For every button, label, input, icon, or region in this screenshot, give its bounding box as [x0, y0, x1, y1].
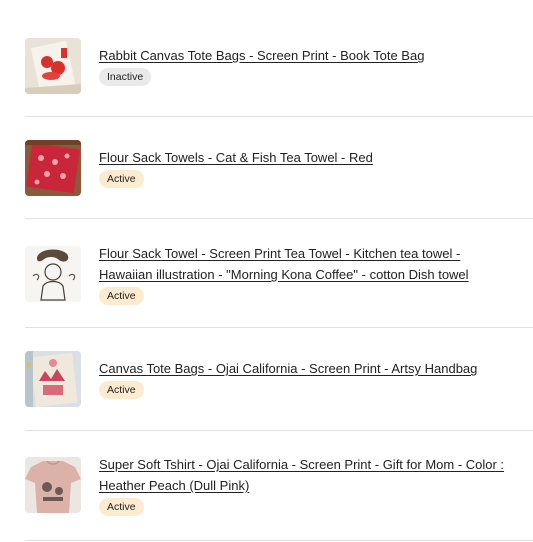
- status-badge: Active: [99, 170, 144, 188]
- kona-coffee-towel-thumbnail[interactable]: [25, 246, 81, 302]
- status-badge: Inactive: [99, 68, 152, 86]
- peach-tshirt-thumbnail[interactable]: [25, 457, 81, 513]
- ojai-tote-thumbnail[interactable]: [25, 351, 81, 407]
- listing-title-link[interactable]: Super Soft Tshirt - Ojai California - Sc…: [99, 454, 519, 496]
- row-divider: [25, 327, 533, 328]
- row-divider: [25, 218, 533, 219]
- listing-title-link[interactable]: Canvas Tote Bags - Ojai California - Scr…: [99, 358, 519, 379]
- rabbit-tote-thumbnail[interactable]: [25, 38, 81, 94]
- status-badge: Active: [99, 498, 144, 516]
- listing-title-link[interactable]: Rabbit Canvas Tote Bags - Screen Print -…: [99, 45, 519, 66]
- row-divider: [25, 116, 533, 117]
- row-divider: [25, 430, 533, 431]
- row-divider: [25, 540, 533, 541]
- status-badge: Active: [99, 381, 144, 399]
- red-tea-towel-thumbnail[interactable]: [25, 140, 81, 196]
- listing-title-link[interactable]: Flour Sack Towel - Screen Print Tea Towe…: [99, 243, 519, 285]
- status-badge: Active: [99, 287, 144, 305]
- listing-list: Rabbit Canvas Tote Bags - Screen Print -…: [0, 0, 533, 542]
- listing-title-link[interactable]: Flour Sack Towels - Cat & Fish Tea Towel…: [99, 147, 519, 168]
